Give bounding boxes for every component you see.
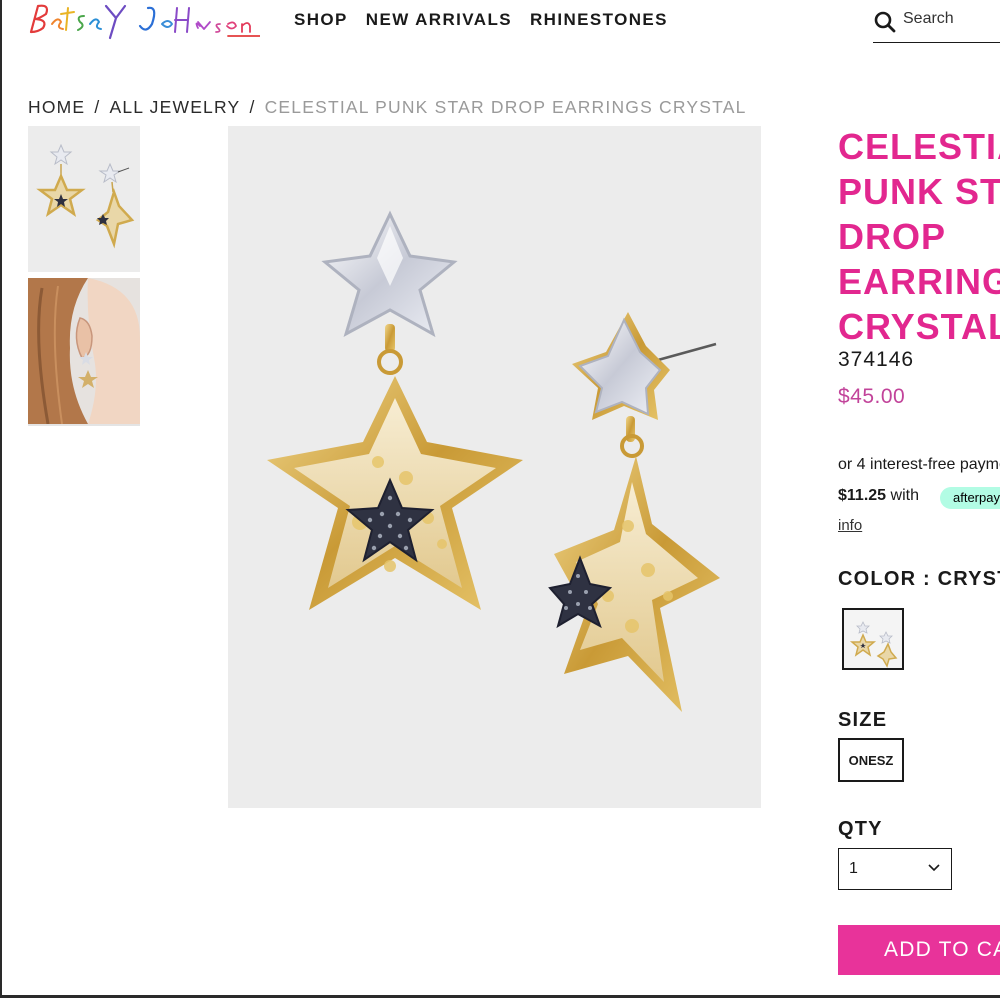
frame-left-edge <box>0 0 2 998</box>
chevron-down-icon <box>928 864 940 872</box>
add-to-cart-button[interactable]: ADD TO CART <box>838 925 1000 975</box>
size-option-onesz[interactable]: ONESZ <box>838 738 904 782</box>
thumbnail-divider <box>28 424 140 426</box>
afterpay-amount: $11.25 <box>838 487 887 504</box>
size-label: SIZE <box>838 709 888 731</box>
breadcrumb: HOME / ALL JEWELRY / CELESTIAL PUNK STAR… <box>28 97 747 118</box>
product-price: $45.00 <box>838 385 906 408</box>
breadcrumb-all-jewelry[interactable]: ALL JEWELRY <box>110 97 241 117</box>
thumbnail-earrings[interactable] <box>28 126 140 272</box>
color-swatch-crystal[interactable] <box>842 608 904 670</box>
breadcrumb-separator: / <box>243 97 262 117</box>
qty-select[interactable]: 1 <box>838 848 952 890</box>
main-nav: SHOP NEW ARRIVALS RHINESTONES <box>294 10 668 30</box>
brand-logo[interactable] <box>28 0 260 44</box>
product-title-line: CELESTIAL <box>838 126 1000 167</box>
product-title-line: DROP <box>838 216 947 257</box>
search-input[interactable] <box>903 10 998 28</box>
product-title-line: EARRINGS <box>838 261 1000 302</box>
thumbnail-model[interactable] <box>28 278 140 424</box>
main-product-image <box>228 126 761 808</box>
afterpay-text: or 4 interest-free payments of <box>838 456 1000 473</box>
breadcrumb-separator: / <box>88 97 107 117</box>
product-title-line: PUNK STAR <box>838 171 1000 212</box>
afterpay-info-link[interactable]: info <box>838 517 862 534</box>
afterpay-with: with <box>890 487 919 504</box>
search-icon[interactable] <box>873 10 897 34</box>
color-label: COLOR : CRYSTAL <box>838 568 1000 590</box>
qty-label: QTY <box>838 818 883 840</box>
afterpay-logo: afterpay <box>940 487 1000 509</box>
nav-rhinestones[interactable]: RHINESTONES <box>530 10 668 30</box>
nav-shop[interactable]: SHOP <box>294 10 348 30</box>
breadcrumb-home[interactable]: HOME <box>28 97 85 117</box>
product-title: CELESTIAL PUNK STAR DROP EARRINGS CRYSTA… <box>838 124 1000 349</box>
qty-value: 1 <box>849 860 858 877</box>
afterpay-installment: $11.25 with <box>838 487 919 505</box>
search-box <box>873 8 1000 43</box>
product-title-line: CRYSTAL <box>838 306 1000 347</box>
product-page: SHOP NEW ARRIVALS RHINESTONES HOME / ALL… <box>0 0 1000 998</box>
nav-new-arrivals[interactable]: NEW ARRIVALS <box>366 10 512 30</box>
breadcrumb-current: CELESTIAL PUNK STAR DROP EARRINGS CRYSTA… <box>264 97 747 117</box>
product-sku: 374146 <box>838 348 915 371</box>
